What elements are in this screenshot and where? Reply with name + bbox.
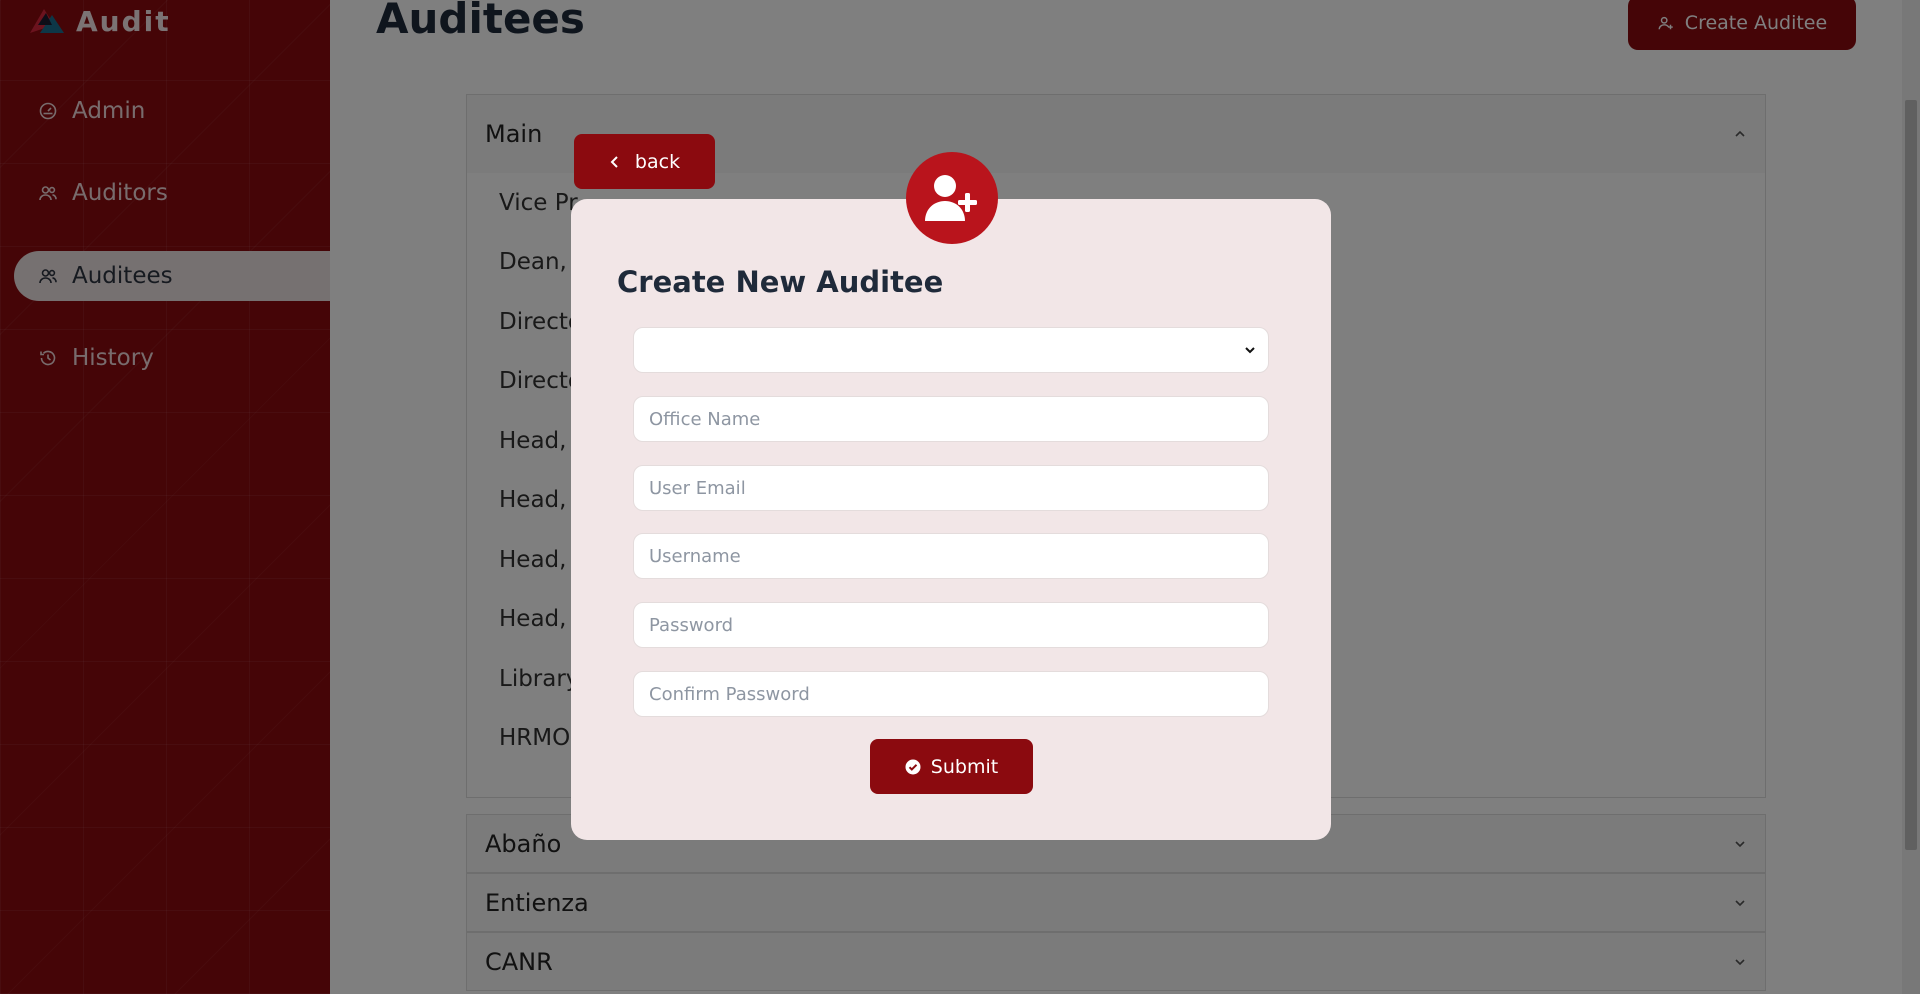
modal-title: Create New Auditee bbox=[617, 265, 944, 299]
password-input[interactable] bbox=[633, 602, 1269, 648]
user-email-input[interactable] bbox=[633, 465, 1269, 511]
chevron-down-icon bbox=[1245, 347, 1255, 354]
confirm-password-input[interactable] bbox=[633, 671, 1269, 717]
add-user-icon bbox=[906, 152, 998, 244]
create-auditee-modal: Create New Auditee Submit bbox=[571, 199, 1331, 840]
user-plus-icon bbox=[925, 175, 977, 221]
submit-button[interactable]: Submit bbox=[870, 739, 1033, 794]
check-circle-icon bbox=[905, 759, 921, 774]
office-name-input[interactable] bbox=[633, 396, 1269, 442]
username-input[interactable] bbox=[633, 533, 1269, 579]
back-button[interactable]: back bbox=[574, 134, 715, 189]
submit-label: Submit bbox=[930, 755, 999, 778]
office-select[interactable] bbox=[633, 327, 1269, 373]
chevron-left-icon bbox=[610, 155, 618, 168]
back-label: back bbox=[634, 150, 681, 173]
